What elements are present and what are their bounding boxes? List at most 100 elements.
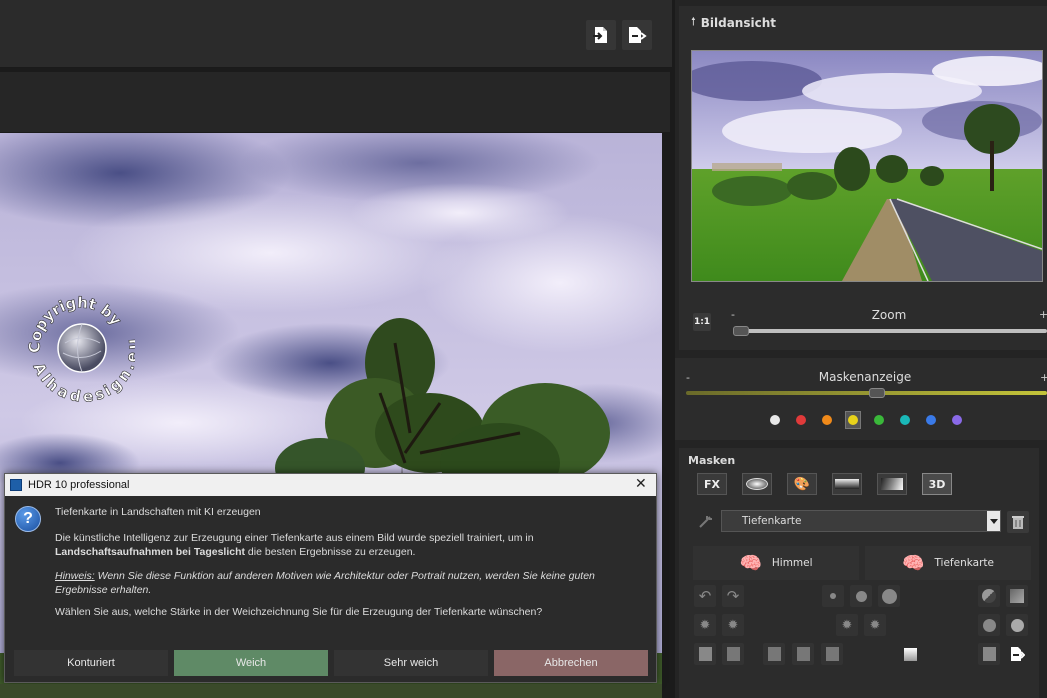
color-swatch-icon — [796, 415, 806, 425]
preview-thumbnail[interactable] — [691, 50, 1043, 282]
dialog-heading: Tiefenkarte in Landschaften mit KI erzeu… — [55, 506, 261, 518]
zoom-slider-thumb[interactable] — [733, 326, 749, 336]
description-text-a: Die künstliche Intelligenz zur Erzeugung… — [55, 532, 534, 544]
save-mask-icon[interactable] — [1006, 643, 1028, 665]
color-swatch-icon — [770, 415, 780, 425]
tab-gradient-mask[interactable] — [832, 473, 862, 495]
copyright-watermark: Copyright by Alhadesign.eu — [25, 293, 135, 403]
dialog-window-title: HDR 10 professional — [28, 479, 130, 491]
hard-brush-icon[interactable] — [1006, 614, 1028, 636]
tab-brush-mask[interactable]: 🎨 — [787, 473, 817, 495]
trash-icon[interactable] — [1007, 511, 1029, 533]
abbrechen-button[interactable]: Abbrechen — [494, 650, 648, 676]
dialog-description: Die künstliche Intelligenz zur Erzeugung… — [55, 531, 645, 559]
mask-display-slider-thumb[interactable] — [868, 388, 885, 398]
close-icon[interactable]: ✕ — [635, 475, 647, 492]
ai-tiefenkarte-button[interactable]: 🧠 Tiefenkarte — [865, 546, 1031, 580]
brush-small-icon[interactable] — [822, 585, 844, 607]
mask-color-dot[interactable] — [923, 411, 939, 429]
color-swatch-icon — [900, 415, 910, 425]
mask-color-dot[interactable] — [897, 411, 913, 429]
main-image-bottom — [0, 684, 662, 698]
sehr-weich-button[interactable]: Sehr weich — [334, 650, 488, 676]
hint-label: Hinweis: — [55, 570, 95, 582]
canvas-header — [0, 72, 670, 132]
dialog-hint: Hinweis: Wenn Sie diese Funktion auf and… — [55, 569, 645, 597]
magic-wand-icon[interactable] — [695, 512, 715, 532]
top-toolbar — [0, 0, 672, 68]
mask-type-dropdown-value: Tiefenkarte — [742, 515, 802, 527]
brush-medium-icon[interactable] — [850, 585, 872, 607]
brightness-up-icon[interactable]: ✹ — [722, 614, 744, 636]
palette-icon: 🎨 — [793, 476, 811, 492]
mask-type-tabs: FX 🎨 3D — [697, 473, 952, 495]
mask-color-dot[interactable] — [871, 411, 887, 429]
zoom-1to1-button[interactable]: 1:1 — [693, 313, 711, 331]
color-swatch-icon — [848, 415, 858, 425]
hint-text: Wenn Sie diese Funktion auf anderen Moti… — [55, 570, 595, 596]
soft-brush-icon[interactable] — [978, 614, 1000, 636]
feather-less-icon[interactable]: ✹ — [836, 614, 858, 636]
dialog-question: Wählen Sie aus, welche Stärke in der Wei… — [55, 606, 543, 618]
mask-color-dot[interactable] — [819, 411, 835, 429]
brain-depth-icon: 🧠 — [902, 552, 925, 574]
preview-section: 🠕 Bildansicht 1:1 - + Zoom — [679, 6, 1047, 350]
gradient-icon — [835, 479, 859, 489]
brightness-down-icon[interactable]: ✹ — [694, 614, 716, 636]
preview-title: Bildansicht — [700, 15, 776, 30]
invert-mask-icon[interactable] — [978, 585, 1000, 607]
copy-mask-icon[interactable] — [694, 643, 716, 665]
mask-display-minus: - — [686, 371, 690, 384]
description-text-c: die besten Ergebnisse zu erzeugen. — [245, 546, 416, 558]
export-icon[interactable] — [622, 20, 652, 50]
weich-button[interactable]: Weich — [174, 650, 328, 676]
undo-icon[interactable]: ↶ — [694, 585, 716, 607]
mask-tool-c-icon[interactable] — [821, 643, 843, 665]
preview-header[interactable]: 🠕 Bildansicht — [691, 13, 776, 32]
color-swatch-icon — [926, 415, 936, 425]
color-swatch-icon — [874, 415, 884, 425]
mask-tool-b-icon[interactable] — [792, 643, 814, 665]
feather-more-icon[interactable]: ✹ — [864, 614, 886, 636]
mask-color-picker — [767, 410, 965, 430]
tab-luminance-mask[interactable] — [877, 473, 907, 495]
mask-display-label: Maskenanzeige — [818, 370, 912, 384]
right-panel: 🠕 Bildansicht 1:1 - + Zoom - + Maskenanz… — [675, 0, 1047, 698]
ai-tiefenkarte-label: Tiefenkarte — [934, 557, 994, 569]
mask-gradient-icon[interactable] — [1006, 585, 1028, 607]
question-icon: ? — [15, 506, 41, 532]
masks-section: Masken FX 🎨 3D Tiefenkarte 🧠 Himmel 🧠 Ti… — [679, 448, 1039, 698]
mask-color-dot[interactable] — [949, 411, 965, 429]
mask-color-dot[interactable] — [793, 411, 809, 429]
zoom-slider[interactable] — [733, 329, 1047, 333]
mask-display-plus: + — [1040, 371, 1047, 384]
mask-display-section: - + Maskenanzeige — [675, 358, 1047, 440]
brush-large-icon[interactable] — [878, 585, 900, 607]
import-icon[interactable] — [586, 20, 616, 50]
konturiert-button[interactable]: Konturiert — [14, 650, 168, 676]
tab-3d[interactable]: 3D — [922, 473, 952, 495]
mask-type-dropdown[interactable]: Tiefenkarte — [721, 510, 1001, 532]
mask-display-slider[interactable] — [686, 391, 1047, 395]
redo-icon[interactable]: ↷ — [722, 585, 744, 607]
description-emphasis: Landschaftsaufnahmen bei Tageslicht — [55, 546, 246, 558]
brain-cloud-icon: 🧠 — [739, 552, 762, 574]
masks-title: Masken — [688, 454, 736, 467]
collapse-arrow-icon[interactable]: 🠕 — [691, 13, 696, 32]
ellipse-mask-icon — [746, 478, 768, 490]
mask-tool-a-icon[interactable] — [763, 643, 785, 665]
chevron-down-icon[interactable] — [987, 511, 1000, 531]
mask-color-dot[interactable] — [845, 411, 861, 429]
app-icon — [10, 479, 22, 491]
zoom-plus: + — [1039, 308, 1047, 321]
load-mask-icon[interactable] — [978, 643, 1000, 665]
tab-ellipse-mask[interactable] — [742, 473, 772, 495]
mask-color-dot[interactable] — [767, 411, 783, 429]
color-swatch-icon — [822, 415, 832, 425]
tab-fx[interactable]: FX — [697, 473, 727, 495]
color-swatch-icon — [952, 415, 962, 425]
ai-himmel-button[interactable]: 🧠 Himmel — [693, 546, 859, 580]
paste-mask-icon[interactable] — [722, 643, 744, 665]
mask-preview-icon[interactable] — [899, 643, 921, 665]
dialog-titlebar[interactable]: HDR 10 professional ✕ — [5, 474, 656, 496]
